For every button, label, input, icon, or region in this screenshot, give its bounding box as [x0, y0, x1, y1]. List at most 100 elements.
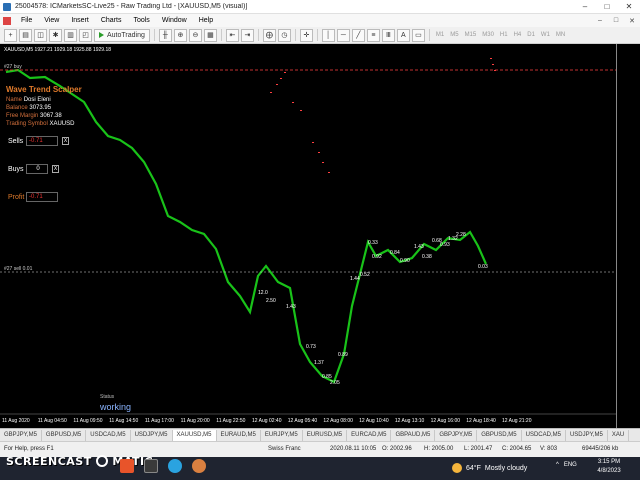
language-indicator[interactable]: ENG — [564, 462, 577, 468]
weather-widget[interactable]: 64°F Mostly cloudy — [452, 463, 527, 473]
autotrading-button[interactable]: AutoTrading — [94, 28, 150, 42]
tab-eurcad[interactable]: EURCAD,M5 — [347, 429, 392, 441]
weather-cloud-icon — [452, 463, 462, 473]
menu-charts[interactable]: Charts — [95, 17, 128, 24]
menu-window[interactable]: Window — [156, 17, 193, 24]
price-scale[interactable] — [616, 44, 640, 428]
tab-xau-2[interactable]: XAU — [608, 429, 630, 441]
tab-usdjpy-2[interactable]: USDJPY,M5 — [566, 429, 608, 441]
crosshair-button[interactable]: ✛ — [299, 28, 313, 42]
close-buys-button[interactable]: X — [52, 165, 59, 173]
clock-date: 4/8/2023 — [597, 468, 621, 474]
trade-profit-label: 12.0 — [258, 290, 268, 296]
metatrader-icon[interactable] — [144, 459, 158, 473]
sell-marker — [276, 84, 278, 85]
zoom-out-icon[interactable]: ⊖ — [188, 28, 202, 42]
symbol-value: XAUUSD — [49, 121, 75, 127]
watermark-part-a: SCREENCAST — [6, 455, 92, 468]
indicator-free-margin: Free Margin 3067.38 — [6, 113, 62, 119]
firefox-icon[interactable] — [120, 459, 134, 473]
profiles-button[interactable]: ▤ — [19, 28, 32, 42]
terminal-button[interactable]: ▥ — [64, 28, 77, 42]
toolbar-separator — [428, 29, 430, 41]
trade-profit-label: 1.43 — [414, 244, 424, 250]
sell-marker — [322, 162, 324, 163]
zoom-in-icon[interactable]: ⊕ — [173, 28, 187, 42]
timeframe-m5[interactable]: M5 — [448, 32, 460, 38]
periods-button[interactable]: ◷ — [277, 28, 291, 42]
tab-eurusd[interactable]: EURUSD,M5 — [303, 429, 348, 441]
tab-eurjpy[interactable]: EURJPY,M5 — [261, 429, 303, 441]
trendline-button[interactable]: ╱ — [351, 28, 365, 42]
tab-gbpjpy[interactable]: GBPJPY,M5 — [0, 429, 42, 441]
tab-usdcad[interactable]: USDCAD,M5 — [86, 429, 131, 441]
tile-windows-button[interactable]: ▦ — [203, 28, 217, 42]
chart-shift-button[interactable]: ⇥ — [240, 28, 254, 42]
tab-gbpusd[interactable]: GBPUSD,M5 — [42, 429, 87, 441]
timeframe-m30[interactable]: M30 — [480, 32, 496, 38]
timeframe-m15[interactable]: M15 — [463, 32, 479, 38]
telegram-icon[interactable] — [168, 459, 182, 473]
toolbar-separator — [220, 29, 222, 41]
autoscroll-button[interactable]: ⇤ — [225, 28, 239, 42]
tab-usdcad-2[interactable]: USDCAD,M5 — [522, 429, 566, 441]
timeframe-m1[interactable]: M1 — [434, 32, 446, 38]
timeframe-w1[interactable]: W1 — [539, 32, 552, 38]
screencast-app-icon[interactable] — [192, 459, 206, 473]
trade-profit-label: 0.38 — [422, 254, 432, 260]
label-button[interactable]: ▭ — [411, 28, 425, 42]
toolbar-separator — [316, 29, 318, 41]
profit-row: Profit -0.71 — [8, 192, 58, 202]
price-chart[interactable]: #27 buy#27 sell 0.012031.462021.262010.9… — [0, 44, 640, 428]
menu-tools[interactable]: Tools — [127, 17, 155, 24]
indicator-balance: Balance 3073.95 — [6, 105, 51, 111]
system-tray: ^ ENG — [556, 462, 577, 468]
chart-canvas[interactable]: #27 buy#27 sell 0.012031.462021.262010.9… — [0, 44, 640, 428]
tab-usdjpy[interactable]: USDJPY,M5 — [131, 429, 173, 441]
menu-bar: File View Insert Charts Tools Window Hel… — [0, 14, 640, 27]
trade-profit-label: 0.93 — [440, 242, 450, 248]
timeframe-mn[interactable]: MN — [554, 32, 567, 38]
menu-file[interactable]: File — [15, 17, 38, 24]
tab-gbpusd-2[interactable]: GBPUSD,M5 — [477, 429, 522, 441]
status-low: L: 2001.47 — [464, 445, 493, 452]
sell-marker — [328, 172, 330, 173]
sells-row: Sells -0.71 X — [8, 136, 69, 146]
chart-close-button[interactable]: ✕ — [624, 17, 640, 25]
tray-chevron-icon[interactable]: ^ — [556, 462, 559, 468]
vertical-line-button[interactable]: │ — [321, 28, 335, 42]
timeframe-h4[interactable]: H4 — [512, 32, 524, 38]
taskbar-clock[interactable]: 3:15 PM 4/8/2023 — [592, 458, 626, 476]
close-button[interactable]: ✕ — [618, 0, 640, 14]
autotrading-label: AutoTrading — [107, 31, 145, 39]
time-tick-label: 11 Aug 17:00 — [145, 418, 174, 424]
trade-profit-label: 0.84 — [390, 250, 400, 256]
tab-xauusd[interactable]: XAUUSD,M5 — [172, 429, 217, 441]
chart-symbol-info: XAUUSD,M5 1927.21 1929.18 1925.88 1929.1… — [4, 47, 112, 53]
tab-gbpaud[interactable]: GBPAUD,M5 — [391, 429, 436, 441]
new-chart-button[interactable]: + — [4, 28, 17, 42]
bar-chart-button[interactable]: ╫ — [158, 28, 172, 42]
market-watch-button[interactable]: ◫ — [34, 28, 47, 42]
channel-button[interactable]: ≡ — [366, 28, 380, 42]
text-button[interactable]: A — [396, 28, 410, 42]
navigator-button[interactable]: ✱ — [49, 28, 62, 42]
name-value: Dosi Eleni — [23, 97, 51, 103]
timeframe-d1[interactable]: D1 — [525, 32, 537, 38]
indicators-button[interactable]: ⨁ — [262, 28, 276, 42]
menu-view[interactable]: View — [38, 17, 65, 24]
tab-gbpjpy-2[interactable]: GBPJPY,M5 — [435, 429, 478, 441]
tab-euraud[interactable]: EURAUD,M5 — [217, 429, 261, 441]
menu-help[interactable]: Help — [193, 17, 219, 24]
maximize-button[interactable]: □ — [596, 0, 618, 14]
minimize-button[interactable]: – — [574, 0, 596, 14]
menu-insert[interactable]: Insert — [65, 17, 95, 24]
tester-button[interactable]: ◰ — [79, 28, 92, 42]
timeframe-h1[interactable]: H1 — [498, 32, 510, 38]
close-sells-button[interactable]: X — [62, 137, 69, 145]
chart-restore-button[interactable]: □ — [608, 17, 624, 25]
chart-minimize-button[interactable]: – — [592, 17, 608, 25]
fibonacci-button[interactable]: Ⅲ — [381, 28, 395, 42]
horizontal-line-button[interactable]: ─ — [336, 28, 350, 42]
sell-marker — [292, 102, 294, 103]
